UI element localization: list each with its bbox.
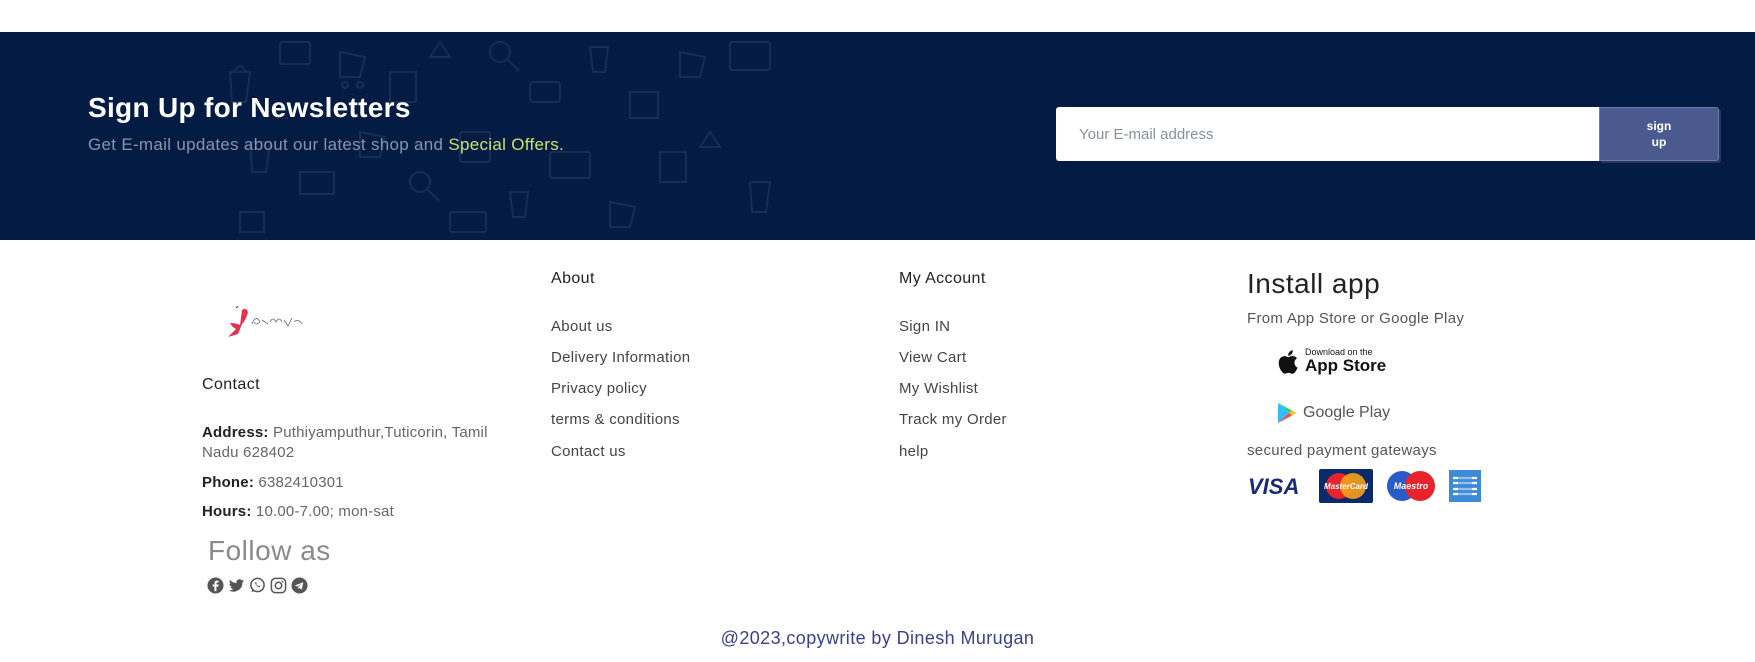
google-play-button[interactable]: Google Play (1277, 402, 1390, 424)
mastercard-icon: MasterCard (1319, 469, 1373, 503)
contact-us-link[interactable]: Contact us (551, 443, 626, 460)
app-store-button[interactable]: Download on the App Store (1277, 348, 1386, 375)
whatsapp-icon[interactable] (249, 577, 266, 594)
payment-cards: VISA MasterCard Maestro (1247, 469, 1481, 503)
newsletter-subtitle: Get E-mail updates about our latest shop… (88, 135, 564, 155)
privacy-policy-link[interactable]: Privacy policy (551, 380, 647, 397)
phone-value: 6382410301 (258, 474, 344, 491)
sign-in-link[interactable]: Sign IN (899, 318, 950, 335)
view-cart-link[interactable]: View Cart (899, 349, 966, 366)
visa-card-icon: VISA (1248, 474, 1299, 499)
newsletter-title: Sign Up for Newsletters (88, 92, 411, 123)
terms-conditions-link[interactable]: terms & conditions (551, 411, 680, 428)
about-heading: About (551, 270, 595, 287)
about-us-link[interactable]: About us (551, 318, 613, 335)
install-app-heading: Install app (1247, 268, 1381, 299)
apple-icon (1278, 349, 1298, 374)
hours-label: Hours: (202, 503, 252, 520)
svg-text:Maestro: Maestro (1394, 481, 1429, 491)
app-store-big-text: App Store (1305, 356, 1387, 375)
contact-heading: Contact (202, 376, 260, 393)
follow-heading: Follow as (208, 535, 331, 566)
my-account-heading: My Account (899, 270, 986, 287)
sign-up-label-line2: up (1651, 135, 1667, 149)
facebook-icon[interactable] (207, 577, 224, 594)
brand-logo[interactable] (222, 306, 306, 342)
hours-line: Hours: 10.00-7.00; mon-sat (202, 502, 512, 522)
install-app-subtitle: From App Store or Google Play (1247, 310, 1465, 327)
social-links (207, 577, 308, 594)
delivery-information-link[interactable]: Delivery Information (551, 349, 690, 366)
page: Sign Up for Newsletters Get E-mail updat… (0, 0, 1755, 662)
telegram-icon[interactable] (291, 577, 308, 594)
copyright-text: @2023,copywrite by Dinesh Murugan (720, 628, 1035, 648)
google-play-icon (1278, 403, 1296, 423)
newsletter-subtitle-text: Get E-mail updates about our latest shop… (88, 135, 444, 154)
secured-payment-text: secured payment gateways (1247, 442, 1437, 459)
twitter-icon[interactable] (228, 577, 245, 594)
app-store-text: Download on the App Store (1305, 348, 1386, 375)
email-input[interactable] (1056, 107, 1599, 161)
svg-text:VISA: VISA (1248, 474, 1299, 499)
address-line: Address: Puthiyamputhur,Tuticorin, Tamil… (202, 423, 512, 463)
newsletter-section: Sign Up for Newsletters Get E-mail updat… (0, 32, 1755, 240)
amex-card-icon (1449, 470, 1481, 502)
phone-label: Phone: (202, 474, 255, 491)
svg-text:MasterCard: MasterCard (1324, 482, 1369, 491)
phone-line: Phone: 6382410301 (202, 473, 512, 493)
google-play-text: Google Play (1303, 404, 1391, 421)
sign-up-label-line1: sign (1646, 119, 1672, 133)
instagram-icon[interactable] (270, 577, 287, 594)
special-offers-highlight: Special Offers. (448, 135, 565, 154)
my-wishlist-link[interactable]: My Wishlist (899, 380, 978, 397)
track-order-link[interactable]: Track my Order (899, 411, 1007, 428)
maestro-card-icon: Maestro (1387, 471, 1435, 501)
newsletter-form: sign up (1056, 107, 1719, 161)
sign-up-button[interactable]: sign up (1599, 107, 1719, 161)
address-label: Address: (202, 424, 269, 441)
help-link[interactable]: help (899, 443, 929, 460)
hours-value: 10.00-7.00; mon-sat (255, 503, 394, 520)
